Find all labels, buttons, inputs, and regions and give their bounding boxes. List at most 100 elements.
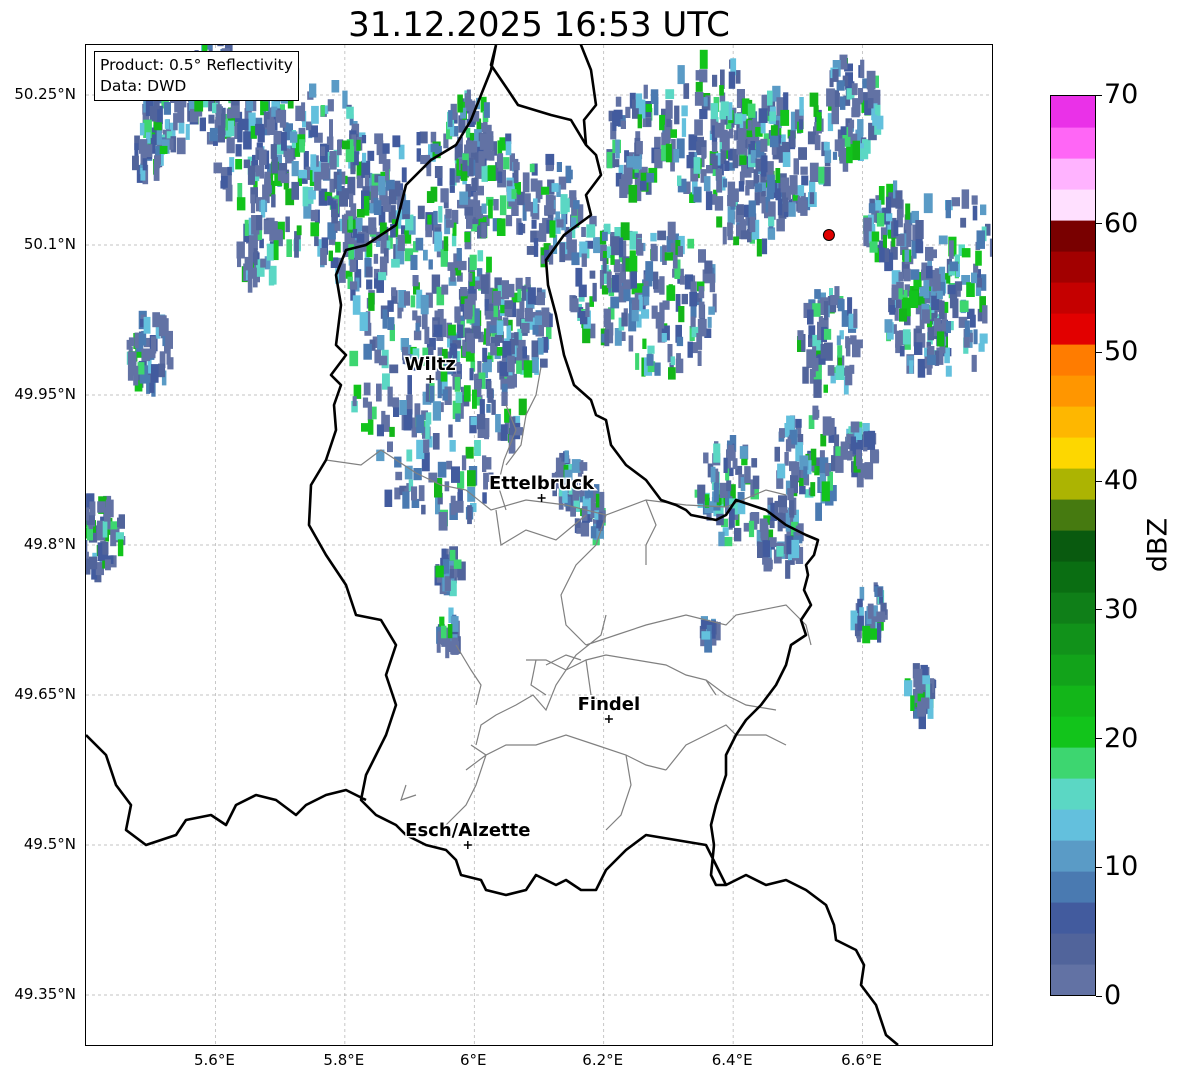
echo-cell [102, 541, 109, 555]
echo-cell [713, 443, 721, 463]
echo-cell [532, 324, 539, 335]
echo-cell [247, 274, 253, 293]
echo-cell [905, 203, 911, 220]
echo-cell [775, 168, 781, 183]
echo-cell [376, 383, 382, 402]
echo-cell [538, 223, 547, 242]
colorbar-swatch [1051, 189, 1095, 221]
echo-cell [980, 204, 987, 216]
echo-cell [389, 189, 397, 205]
echo-cell [715, 168, 723, 181]
echo-cell [939, 300, 945, 319]
echo-cell [424, 326, 430, 344]
echo-cell [964, 320, 970, 337]
echo-cell [465, 446, 474, 459]
echo-cell [823, 301, 829, 321]
echo-cell [392, 135, 401, 148]
echo-cell [812, 346, 817, 359]
echo-cell [681, 118, 687, 137]
colorbar-swatch [1051, 778, 1095, 810]
colorbar-swatch [1051, 964, 1095, 995]
echo-cell [395, 471, 403, 481]
echo-cell [376, 424, 384, 437]
echo-cell [904, 680, 913, 697]
city-marker-icon [537, 494, 546, 502]
echo-cell [468, 157, 474, 176]
echo-cell [493, 199, 499, 211]
echo-cell [389, 426, 395, 437]
echo-cell [440, 249, 448, 267]
echo-cell [667, 221, 676, 240]
echo-cell [243, 131, 252, 150]
echo-cell [493, 291, 501, 306]
echo-cell [559, 242, 566, 263]
echo-cell [744, 466, 751, 484]
echo-cell [920, 697, 930, 709]
echo-cell [152, 312, 160, 328]
echo-cell [449, 440, 456, 452]
echo-cell [809, 192, 815, 205]
echo-cell [115, 532, 124, 541]
echo-cell [914, 342, 923, 355]
echo-cell [864, 462, 874, 480]
echo-cell [615, 139, 620, 159]
colorbar-tick-label: 40 [1104, 465, 1139, 497]
echo-cell [301, 102, 306, 122]
echo-cell [707, 316, 712, 328]
echo-cell [356, 209, 365, 218]
echo-cell [839, 96, 846, 110]
echo-cell [972, 205, 978, 221]
echo-cell [838, 138, 845, 157]
echo-cell [440, 188, 449, 203]
echo-cell [449, 549, 456, 561]
echo-cell [289, 131, 298, 143]
echo-cell [260, 199, 266, 218]
echo-cell [505, 214, 513, 227]
echo-cell [86, 507, 89, 521]
echo-cell [330, 200, 337, 209]
echo-cell [329, 151, 337, 170]
echo-cell [352, 295, 361, 315]
echo-cell [976, 278, 982, 288]
echo-cell [610, 296, 620, 309]
echo-cell [724, 536, 733, 547]
echo-cell [419, 131, 428, 144]
echo-cell [876, 611, 886, 623]
echo-cell [342, 140, 350, 150]
echo-cell [259, 238, 264, 249]
echo-cell [913, 668, 923, 688]
echo-cell [141, 348, 151, 362]
echo-cell [820, 434, 827, 447]
echo-cell [606, 151, 613, 169]
echo-cell [857, 119, 864, 137]
echo-cell [331, 80, 340, 93]
echo-cell [410, 295, 416, 308]
echo-cell [102, 521, 108, 538]
lon-tick-label: 5.8°E [323, 1051, 365, 1069]
echo-cell [499, 195, 507, 216]
echo-cell [889, 305, 896, 315]
echo-cell [137, 362, 145, 375]
echo-cell [693, 157, 701, 174]
echo-cell [961, 248, 971, 258]
echo-cell [478, 151, 485, 167]
echo-cell [797, 330, 804, 341]
echo-cell [971, 195, 978, 205]
echo-cell [850, 421, 860, 433]
echo-cell [653, 96, 659, 116]
echo-cell [428, 259, 433, 270]
echo-cell [859, 586, 865, 601]
echo-cell [699, 49, 708, 69]
echo-cell [462, 160, 468, 172]
radar-map[interactable]: Wiltz Ettelbruck Findel Esch/Alzette [85, 44, 993, 1046]
echo-cell [754, 183, 762, 193]
echo-cell [836, 335, 841, 346]
echo-cell [551, 183, 559, 192]
echo-cell [807, 131, 816, 145]
colorbar-tick-mark [1096, 480, 1102, 482]
echo-cell [823, 141, 830, 151]
echo-cell [237, 183, 243, 199]
echo-cell [527, 287, 536, 305]
echo-cell [240, 118, 249, 131]
colorbar-tick-label: 70 [1104, 79, 1139, 110]
